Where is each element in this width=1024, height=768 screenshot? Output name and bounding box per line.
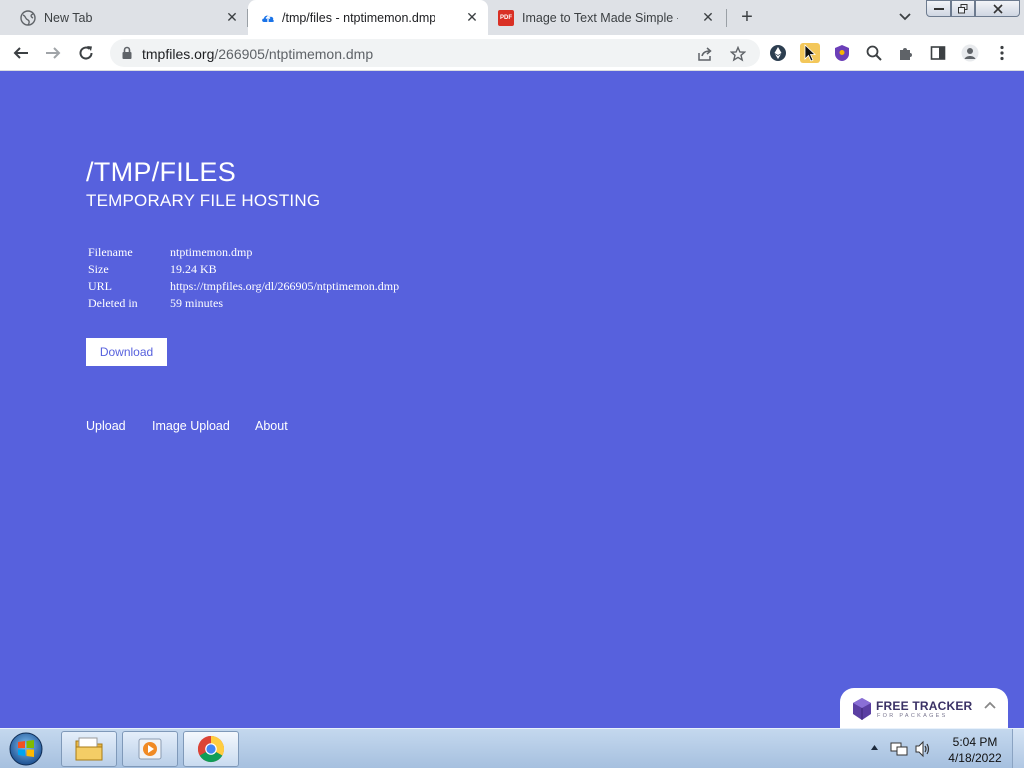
zoom-button[interactable] [864, 43, 884, 63]
taskbar-explorer[interactable] [61, 731, 117, 767]
folder-icon [75, 737, 103, 761]
page-content: /TMP/FILES TEMPORARY FILE HOSTING Filena… [0, 71, 1024, 728]
tab-search-button[interactable] [893, 6, 917, 28]
network-icon[interactable] [890, 740, 908, 758]
info-key: Deleted in [88, 296, 138, 310]
info-key: Size [88, 262, 109, 276]
bookmark-button[interactable] [728, 44, 748, 64]
window-controls [926, 0, 1022, 19]
info-value-url[interactable]: https://tmpfiles.org/dl/266905/ntptimemo… [168, 278, 401, 295]
url-text: tmpfiles.org/266905/ntptimemon.dmp [142, 46, 373, 62]
close-window-button[interactable] [975, 0, 1020, 17]
search-icon [866, 45, 882, 61]
tray-expand-icon[interactable] [870, 744, 879, 751]
side-panel-button[interactable] [928, 43, 948, 63]
url-path: /266905/ntptimemon.dmp [214, 46, 374, 62]
extension-button[interactable] [800, 43, 820, 63]
extension-button[interactable] [832, 43, 852, 63]
media-player-icon [138, 738, 162, 760]
avatar-icon [961, 44, 979, 62]
taskbar-media-player[interactable] [122, 731, 178, 767]
shield-extension-icon [835, 45, 849, 61]
tab-divider [726, 9, 727, 27]
kebab-menu-icon [1000, 45, 1004, 61]
tracker-subtitle: FOR PACKAGES [877, 713, 948, 719]
info-value: 19.24 KB [170, 262, 217, 276]
site-subtitle: TEMPORARY FILE HOSTING [86, 191, 321, 210]
volume-icon[interactable] [914, 740, 932, 758]
tab-new-tab[interactable]: New Tab ✕ [8, 0, 248, 35]
download-button[interactable]: Download [86, 338, 167, 366]
info-key: Filename [88, 245, 133, 259]
package-icon [853, 698, 871, 720]
close-icon [992, 3, 1003, 14]
share-button[interactable] [695, 44, 715, 64]
table-row: URL https://tmpfiles.org/dl/266905/ntpti… [86, 278, 401, 295]
tab-tmpfiles-active[interactable]: /tmp/files - ntptimemon.dmp ✕ [248, 0, 488, 35]
show-desktop-button[interactable] [1012, 729, 1024, 768]
close-tab-icon[interactable]: ✕ [224, 9, 240, 25]
arrow-right-icon [46, 47, 61, 59]
browser-menu-button[interactable] [992, 43, 1012, 63]
back-button[interactable] [8, 40, 34, 66]
extension-button[interactable] [768, 43, 788, 63]
clock-date: 4/18/2022 [948, 751, 1002, 765]
address-bar[interactable]: tmpfiles.org/266905/ntptimemon.dmp [110, 39, 760, 67]
free-tracker-widget[interactable]: FREE TRACKER FOR PACKAGES [840, 688, 1008, 728]
taskbar-chrome[interactable] [183, 731, 239, 767]
start-button[interactable] [6, 730, 46, 768]
star-icon [730, 46, 746, 62]
reload-button[interactable] [73, 40, 99, 66]
chevron-up-icon[interactable] [983, 700, 997, 710]
minimize-button[interactable] [926, 0, 951, 17]
forward-button[interactable] [40, 40, 66, 66]
share-icon [698, 47, 712, 61]
tab-image-to-text[interactable]: PDF Image to Text Made Simple - PDF ✕ [488, 0, 724, 35]
close-tab-icon[interactable]: ✕ [464, 9, 480, 25]
tracker-title: FREE TRACKER [876, 699, 973, 713]
lock-icon[interactable] [120, 46, 134, 60]
file-info-table: Filename ntptimemon.dmp Size 19.24 KB UR… [86, 244, 401, 312]
chrome-icon [197, 735, 225, 763]
browser-toolbar: tmpfiles.org/266905/ntptimemon.dmp [0, 35, 1024, 71]
url-host: tmpfiles.org [142, 46, 215, 62]
nav-link-upload[interactable]: Upload [86, 419, 126, 433]
pdf-icon: PDF [498, 10, 514, 26]
ethereum-extension-icon [770, 45, 786, 61]
info-value: ntptimemon.dmp [170, 245, 253, 259]
side-panel-icon [930, 46, 946, 60]
clock-time: 5:04 PM [952, 735, 998, 749]
extensions-menu-button[interactable] [896, 43, 916, 63]
info-key: URL [88, 279, 112, 293]
nav-link-about[interactable]: About [255, 419, 288, 433]
cloud-upload-icon [262, 15, 274, 22]
chevron-down-icon [899, 13, 911, 21]
nav-link-image-upload[interactable]: Image Upload [152, 419, 230, 433]
tab-title: New Tab [44, 10, 93, 25]
close-tab-icon[interactable]: ✕ [700, 9, 716, 25]
arrow-left-icon [13, 47, 28, 59]
table-row: Filename ntptimemon.dmp [86, 244, 401, 261]
system-clock[interactable]: 5:04 PM 4/18/2022 [940, 734, 1010, 766]
site-title: /TMP/FILES [86, 157, 237, 187]
tab-strip: New Tab ✕ /tmp/files - ntptimemon.dmp ✕ … [0, 0, 1024, 35]
globe-icon [20, 10, 36, 26]
reload-icon [79, 46, 93, 60]
table-row: Size 19.24 KB [86, 261, 401, 278]
restore-icon [958, 3, 968, 13]
cursor-icon [804, 44, 817, 62]
table-row: Deleted in 59 minutes [86, 295, 401, 312]
minimize-icon [933, 7, 944, 10]
puzzle-icon [900, 48, 912, 60]
tab-title: Image to Text Made Simple - PDF [522, 10, 678, 25]
profile-button[interactable] [960, 43, 980, 63]
new-tab-button[interactable]: + [734, 6, 760, 28]
info-value: 59 minutes [170, 296, 223, 310]
restore-button[interactable] [951, 0, 975, 17]
tab-title: /tmp/files - ntptimemon.dmp [282, 10, 435, 25]
taskbar: 5:04 PM 4/18/2022 [0, 728, 1024, 768]
